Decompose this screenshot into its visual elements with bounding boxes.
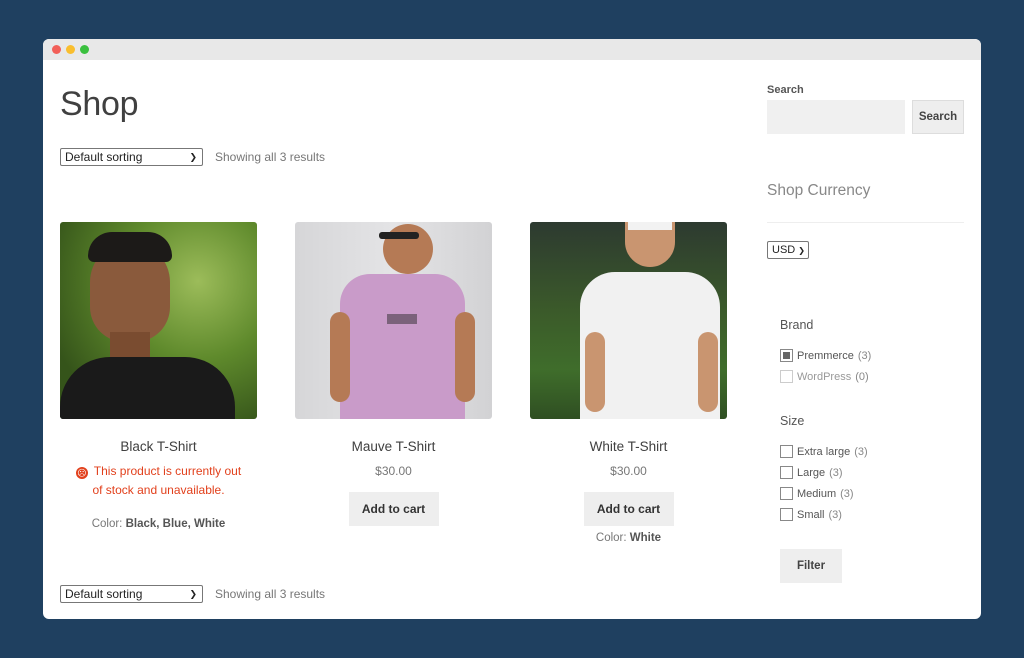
mauve-tshirt-shape [340,274,465,419]
product-name[interactable]: Black T-Shirt [60,439,257,454]
sorting-toolbar-top: Default sorting ❯ Showing all 3 results [60,148,325,166]
maximize-window-button[interactable] [80,45,89,54]
product-colors: Color: White [595,532,662,544]
checkbox[interactable] [780,445,793,458]
add-to-cart-button[interactable]: Add to cart [583,492,674,526]
product-colors: Color: Black, Blue, White [91,518,226,530]
search-button[interactable]: Search [912,100,964,134]
currency-selected-value: USD [772,244,796,256]
minimize-window-button[interactable] [66,45,75,54]
brand-filter-wordpress[interactable]: WordPress (0) [780,370,869,383]
currency-select[interactable]: USD ❯ [767,241,809,259]
product-name[interactable]: Mauve T-Shirt [295,439,492,454]
checkbox[interactable] [780,466,793,479]
size-filter-medium[interactable]: Medium (3) [780,487,854,500]
product-card-mauve-tshirt: Mauve T-Shirt $30.00 Add to cart [295,222,492,544]
hair-shape [88,232,172,262]
sorting-select-top[interactable]: Default sorting ❯ [60,148,203,166]
shop-page: Shop Default sorting ❯ Showing all 3 res… [43,60,981,619]
checkbox[interactable] [780,487,793,500]
arm-left-shape [330,312,350,402]
divider [767,222,964,223]
product-name[interactable]: White T-Shirt [530,439,727,454]
size-filter-extra-large[interactable]: Extra large (3) [780,445,868,458]
sorting-selected-value: Default sorting [65,150,143,164]
size-filter-large[interactable]: Large (3) [780,466,843,479]
cap-shape [628,222,672,230]
product-grid: Black T-Shirt ☹ This product is currently… [60,222,727,544]
sorting-selected-value: Default sorting [65,587,143,601]
size-filter-small[interactable]: Small (3) [780,508,842,521]
filter-button[interactable]: Filter [780,549,842,583]
product-card-black-tshirt: Black T-Shirt ☹ This product is currently… [60,222,257,544]
shop-currency-title: Shop Currency [767,182,871,199]
search-label: Search [767,84,804,96]
arm-right-shape [698,332,718,412]
browser-window: Shop Default sorting ❯ Showing all 3 res… [43,39,981,619]
checkbox-checked[interactable] [780,349,793,362]
brand-filter-premmerce[interactable]: Premmerce (3) [780,349,871,362]
result-count-top: Showing all 3 results [215,150,326,164]
add-to-cart-button[interactable]: Add to cart [348,492,439,526]
product-card-white-tshirt: White T-Shirt $30.00 Add to cart Color: … [530,222,727,544]
product-image[interactable] [530,222,727,419]
brand-filter-title: Brand [780,318,814,332]
size-filter-title: Size [780,414,805,428]
close-window-button[interactable] [52,45,61,54]
chevron-down-icon: ❯ [189,151,197,162]
tshirt-logo-shape [387,314,417,324]
black-tshirt-shape [60,357,235,419]
out-of-stock-message: ☹ This product is currently out of stock … [75,464,242,497]
arm-right-shape [455,312,475,402]
chevron-down-icon: ❯ [189,588,197,599]
product-image[interactable] [295,222,492,419]
title-bar [43,39,981,60]
page-title: Shop [60,85,139,123]
arm-left-shape [585,332,605,412]
chevron-down-icon: ❯ [798,245,805,255]
result-count-bottom: Showing all 3 results [215,587,326,601]
checkbox[interactable] [780,508,793,521]
checkbox-disabled[interactable] [780,370,793,383]
sunglasses-shape [379,232,419,239]
search-input[interactable] [767,100,905,134]
product-price: $30.00 [610,464,647,478]
sad-face-icon: ☹ [75,467,88,479]
product-image[interactable] [60,222,257,419]
sorting-toolbar-bottom: Default sorting ❯ Showing all 3 results [60,585,325,603]
sorting-select-bottom[interactable]: Default sorting ❯ [60,585,203,603]
product-price: $30.00 [375,464,412,478]
